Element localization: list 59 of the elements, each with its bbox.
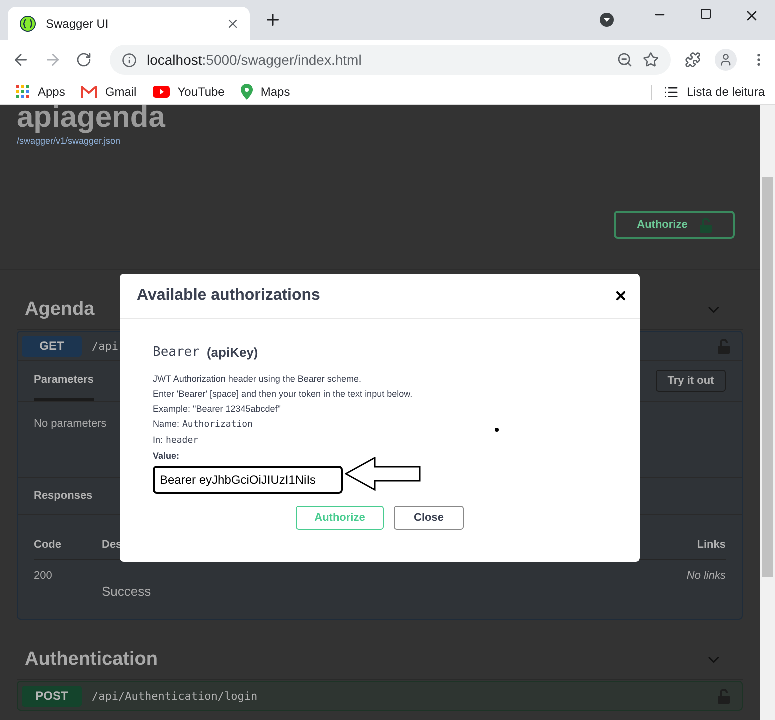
method-badge[interactable]: GET (22, 336, 82, 356)
value-input-field[interactable]: Bearer eyJhbGciOiJIUzI1NiIs (153, 466, 343, 494)
api-title: apiagenda (17, 105, 166, 131)
response-code: 200 (34, 570, 54, 584)
new-tab-icon[interactable] (264, 11, 282, 29)
responses-heading: Responses (34, 490, 93, 502)
no-parameters-text: No parameters (34, 418, 107, 430)
profile-avatar-icon[interactable] (715, 49, 737, 71)
padlock-icon (718, 338, 730, 354)
close-button[interactable]: Close (394, 506, 464, 530)
dropdown-circle-icon[interactable] (599, 12, 615, 28)
braces-logo-icon (20, 16, 36, 32)
list-icon (664, 84, 679, 100)
dialog-title: Available authorizations (137, 287, 320, 305)
endpoint-path[interactable]: /api/Authentication/login (92, 690, 708, 702)
try-it-out-button[interactable]: Try it out (656, 370, 726, 392)
description-line: JWT Authorization header using the Bearer scheme. (153, 373, 362, 386)
apps-grid-icon (16, 85, 30, 99)
tab-title: Swagger UI (46, 16, 110, 30)
description-line: Enter 'Bearer' [space] and then your token in the text input below. (153, 388, 414, 401)
dot-mark (495, 428, 499, 432)
parameters-tab[interactable]: Parameters (34, 374, 94, 401)
browser-tab[interactable]: Swagger UI (8, 7, 250, 40)
section-title: Authentication (25, 648, 158, 670)
unlocked-padlock-icon (700, 218, 712, 232)
method-badge[interactable]: POST (22, 686, 82, 706)
bookmark-link[interactable]: Apps (16, 85, 66, 99)
info-icon (122, 52, 137, 68)
reload-icon[interactable] (76, 52, 92, 68)
section-header[interactable]: Authentication (17, 640, 743, 680)
envelope-m-icon (81, 86, 98, 98)
description-line: Example: "Bearer 12345abcdef" (153, 403, 282, 416)
play-icon (152, 86, 170, 98)
links-cell-text: No links (686, 570, 726, 584)
column-header: Links (696, 539, 726, 551)
address-bar[interactable]: localhost:5000/swagger/index.html (110, 45, 671, 75)
value-label: Value: (153, 451, 181, 461)
response-description: Success (102, 584, 152, 599)
field-label: In: (153, 434, 164, 447)
section-title: Agenda (25, 298, 95, 320)
bookmark-link[interactable]: Gmail (81, 85, 137, 99)
bookmark-star-icon[interactable] (643, 52, 659, 68)
field-value: Authorization (182, 419, 253, 432)
field-label: Name: (153, 418, 180, 431)
bookmark-link[interactable]: YouTube (152, 85, 225, 99)
map-pin-icon (240, 84, 253, 100)
close-icon[interactable] (614, 289, 628, 303)
authorize-button[interactable]: Authorize (614, 211, 735, 239)
scrollbar[interactable] (760, 105, 775, 720)
puzzle-icon[interactable] (685, 52, 701, 68)
scheme-heading: Bearer (apiKey) (153, 345, 260, 360)
zoom-out-icon[interactable] (617, 52, 633, 68)
column-header: Code (34, 539, 62, 551)
reading-list-link[interactable]: Lista de leitura (650, 84, 765, 100)
bookmark-link[interactable]: Maps (240, 84, 290, 100)
spec-link[interactable]: /swagger/v1/swagger.json (17, 136, 743, 146)
field-value: header (166, 435, 199, 448)
padlock-icon (718, 688, 730, 704)
url-text: localhost:5000/swagger/index.html (147, 52, 363, 68)
